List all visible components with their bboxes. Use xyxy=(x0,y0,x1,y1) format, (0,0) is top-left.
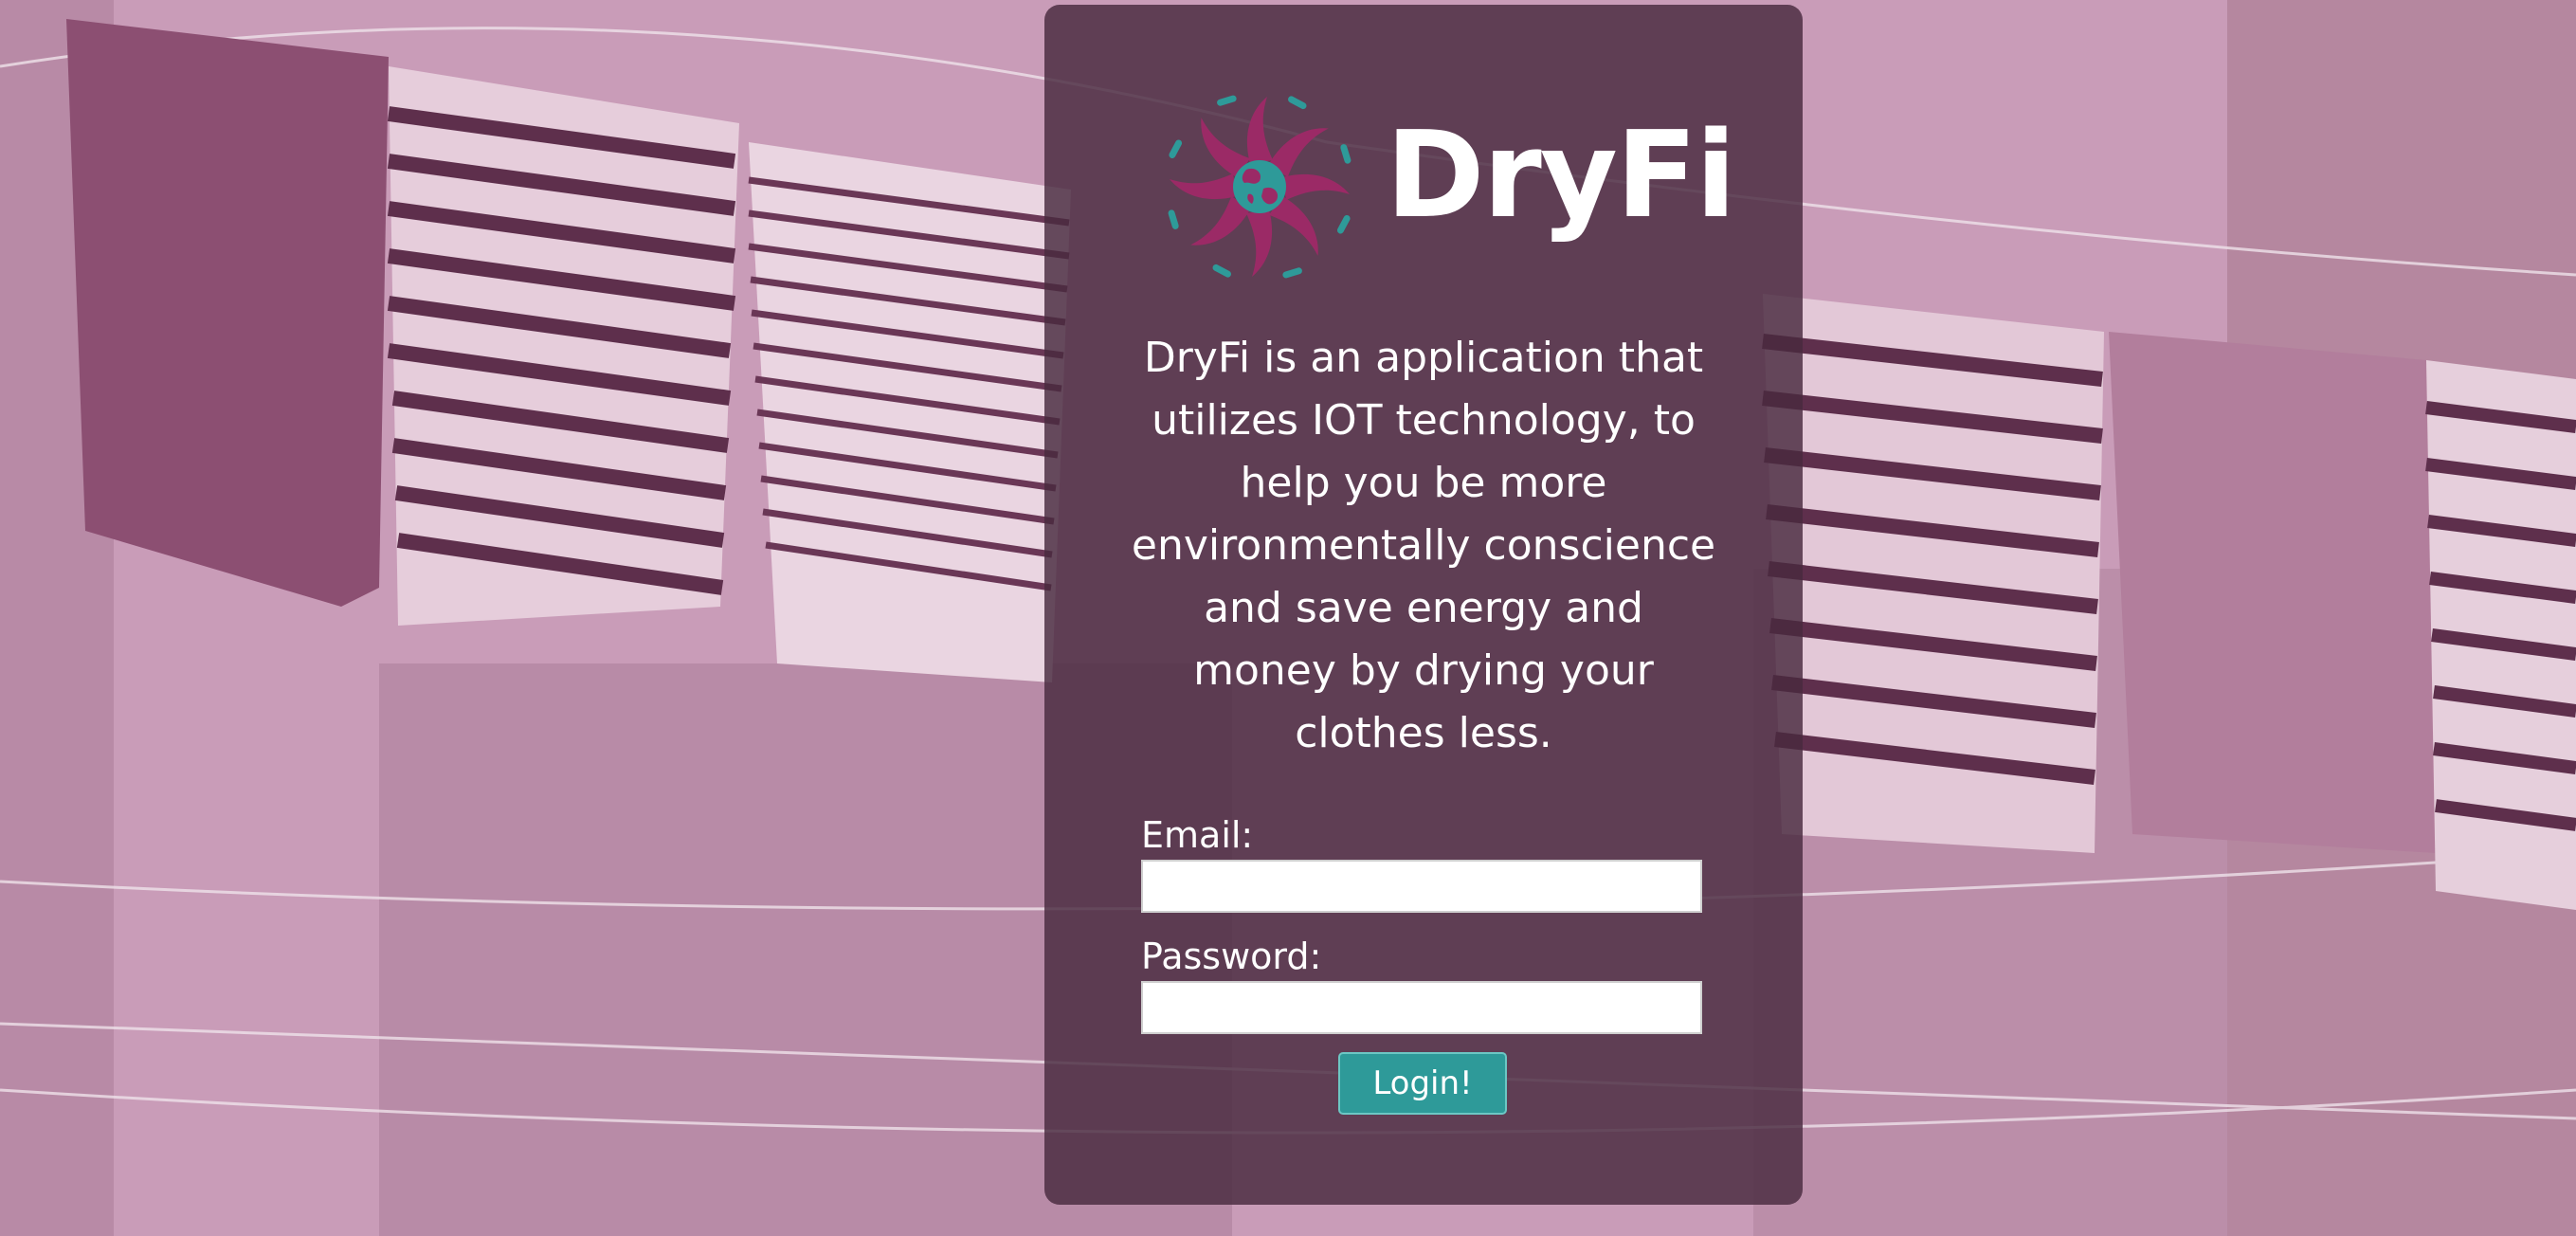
password-label: Password: xyxy=(1141,936,1322,977)
login-panel: DryFi DryFi is an application that utili… xyxy=(1044,5,1803,1205)
login-button[interactable]: Login! xyxy=(1338,1052,1507,1115)
email-field[interactable] xyxy=(1141,860,1702,913)
password-field[interactable] xyxy=(1141,981,1702,1034)
app-description: DryFi is an application that utilizes IO… xyxy=(1131,334,1716,757)
brand-header: DryFi xyxy=(1158,85,1736,294)
app-title: DryFi xyxy=(1386,105,1736,245)
sun-globe-icon xyxy=(1158,85,1362,289)
email-label: Email: xyxy=(1141,814,1254,856)
